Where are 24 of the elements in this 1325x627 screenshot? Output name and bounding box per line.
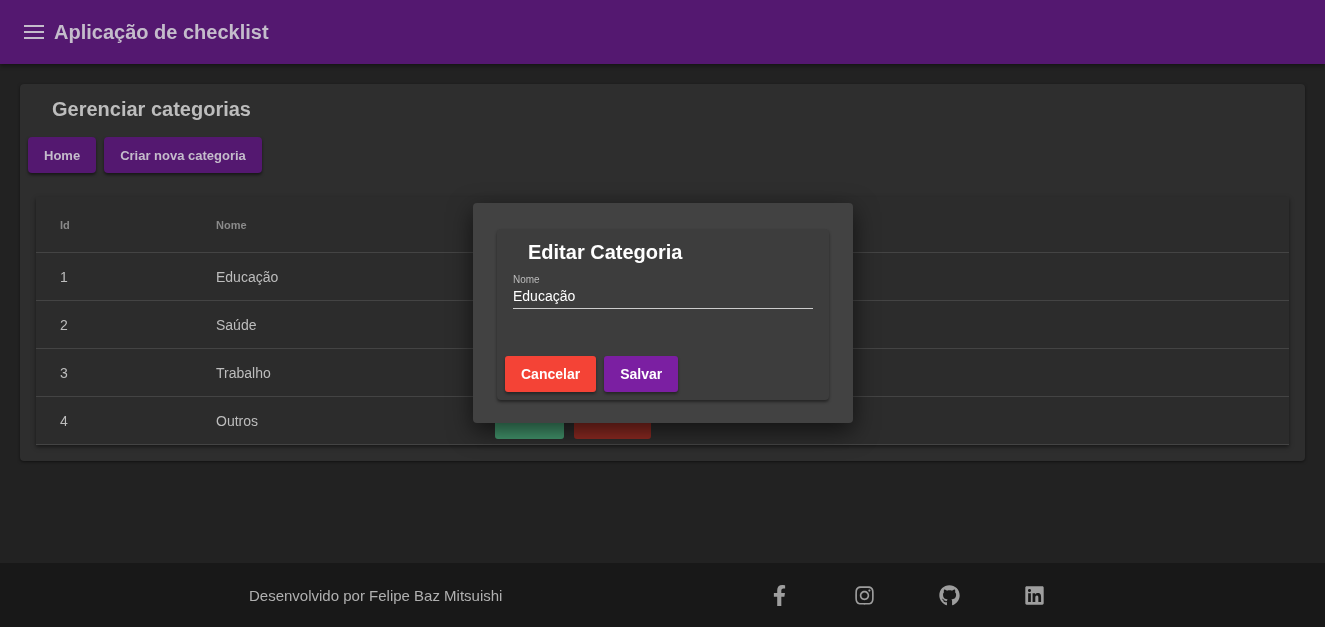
table-cell-text: Trabalho	[216, 364, 272, 381]
save-button[interactable]: Salvar	[604, 356, 679, 392]
column-header: Nome	[216, 218, 248, 231]
instagram-icon[interactable]	[854, 584, 875, 606]
column-header: Id	[60, 218, 71, 231]
field-label: Nome	[513, 274, 541, 285]
dialog-title: Editar Categoria	[528, 241, 684, 264]
app-title: Aplicação de checklist	[54, 20, 269, 44]
table-cell-text: Outros	[216, 412, 259, 429]
menu-icon[interactable]	[24, 25, 44, 39]
name-field[interactable]: Educação	[513, 285, 813, 309]
nav-button[interactable]: Home	[28, 137, 97, 173]
table-cell-text: 4	[60, 412, 69, 429]
nav-button[interactable]: Criar nova categoria	[104, 137, 262, 173]
cancel-button[interactable]: Cancelar	[505, 356, 597, 392]
table-cell-text: 3	[60, 364, 69, 381]
table-cell-text: 2	[60, 316, 69, 333]
linkedin-icon[interactable]	[1024, 584, 1045, 606]
github-icon[interactable]	[939, 584, 960, 606]
table-cell-text: 1	[60, 268, 69, 285]
table-cell-text: Saúde	[216, 316, 258, 333]
footer-text: Desenvolvido por Felipe Baz Mitsuishi	[249, 586, 504, 604]
table-cell-text: Educação	[216, 268, 280, 285]
page-title: Gerenciar categorias	[52, 98, 252, 121]
